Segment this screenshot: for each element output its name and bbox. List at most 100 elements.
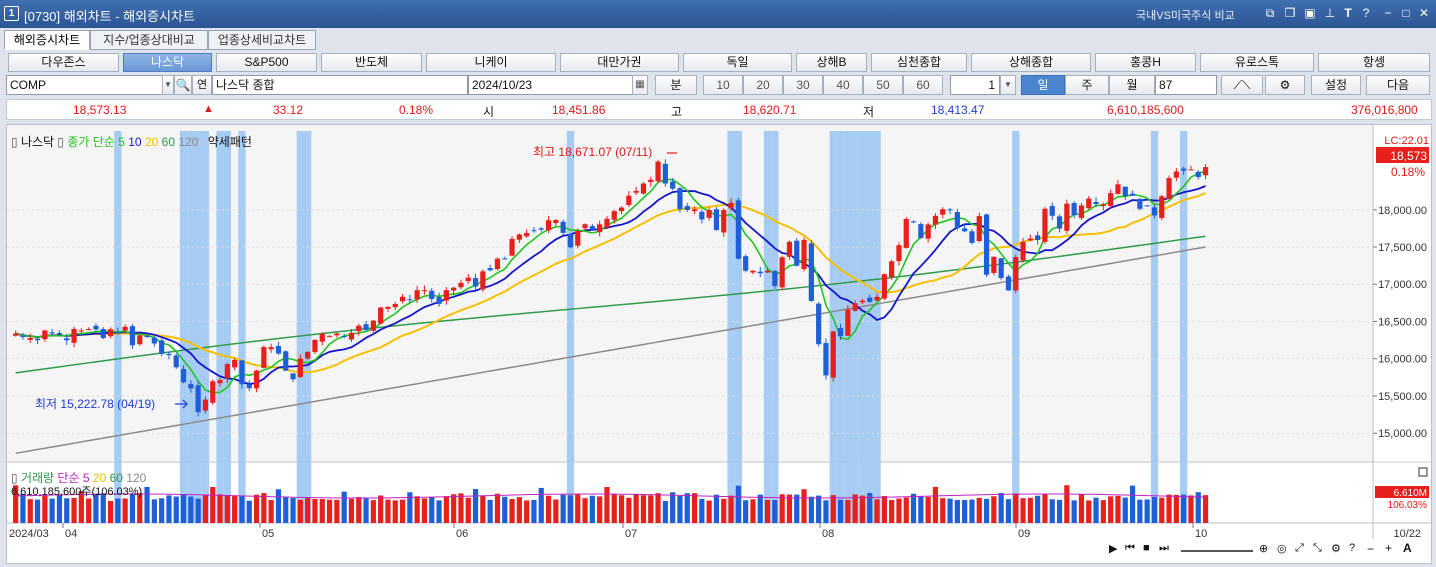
settings-icon[interactable]: ⚙ <box>1331 542 1341 555</box>
chart-area[interactable]: 18,000.00 17,500.00 17,000.00 16,500.00 16,0… <box>6 124 1432 564</box>
next-button[interactable]: 다음 <box>1366 75 1430 95</box>
market-button[interactable]: 나스닥 <box>123 53 212 72</box>
volume-bar <box>786 494 793 523</box>
restore-layout-icon[interactable]: ▣ <box>1302 5 1318 21</box>
volume-bar <box>429 496 435 523</box>
rewind-icon[interactable]: ⏮ <box>1125 542 1135 555</box>
candle-body <box>1035 235 1041 240</box>
market-button[interactable]: 항셍 <box>1318 53 1430 72</box>
count-dropdown-icon[interactable]: ▼ <box>1000 75 1016 95</box>
symbol-input[interactable]: COMP <box>6 75 172 95</box>
calendar-icon[interactable]: ▦ <box>632 75 648 95</box>
candle-body <box>983 214 990 275</box>
minute-button[interactable]: 분 <box>655 75 697 95</box>
legend-checkbox-icon[interactable]: ▯ <box>11 135 18 149</box>
volume-bar <box>896 498 902 523</box>
pattern-highlight <box>179 131 188 523</box>
pattern-highlight <box>873 131 881 523</box>
tab-index-compare[interactable]: 지수/업종상대비교 <box>90 30 208 50</box>
interval-20[interactable]: 20 <box>743 75 783 95</box>
low-label: 저 <box>863 105 875 119</box>
font-size-icon[interactable]: T <box>1340 5 1356 21</box>
pin-icon[interactable]: ⊥ <box>1322 5 1338 21</box>
zoom-slider[interactable] <box>1181 550 1253 552</box>
collapse-icon[interactable]: ⤡ <box>1313 542 1322 555</box>
amount-value: 376,016,800 <box>1351 103 1418 117</box>
interval-50[interactable]: 50 <box>863 75 903 95</box>
minimize-icon[interactable]: − <box>1380 5 1396 21</box>
interval-40[interactable]: 40 <box>823 75 863 95</box>
tab-overseas-chart[interactable]: 해외증시차트 <box>4 30 90 50</box>
help-icon[interactable]: ? <box>1358 5 1374 21</box>
quote-bar: 18,573.13 ▲ 33.12 0.18% 시 18,451.86 고 18… <box>6 99 1432 120</box>
high-annotation: 최고 18,671.07 (07/11) <box>533 145 652 159</box>
candle-body <box>1078 205 1085 219</box>
volume-bar <box>757 494 763 523</box>
tool-icon[interactable]: ◎ <box>1277 542 1287 555</box>
scroll-right-icon[interactable]: ▶ <box>1109 542 1117 555</box>
market-button[interactable]: 니케이 <box>426 53 556 72</box>
tab-sector-detail[interactable]: 업종상세비교차트 <box>208 30 316 50</box>
volume-bar <box>626 497 632 523</box>
volume-bar <box>451 494 457 523</box>
date-month-label: 06 <box>456 528 468 540</box>
market-button[interactable]: 홍콩H <box>1095 53 1196 72</box>
period-month[interactable]: 월 <box>1109 75 1155 95</box>
auto-scale-icon[interactable]: A <box>1403 541 1412 555</box>
candle-body <box>662 163 668 184</box>
market-button[interactable]: 독일 <box>683 53 792 72</box>
market-button[interactable]: 반도체 <box>321 53 422 72</box>
candle-body <box>903 218 909 248</box>
price-tick-label: 15,500.00 <box>1378 391 1427 403</box>
related-button[interactable]: 연 <box>192 75 212 95</box>
duplicate-window-icon[interactable]: ❐ <box>1282 5 1298 21</box>
price-chart[interactable]: 18,000.00 17,500.00 17,000.00 16,500.00 16,0… <box>7 125 1431 563</box>
market-button[interactable]: S&P500 <box>216 53 317 72</box>
volume-bar <box>1005 499 1012 523</box>
maximize-icon[interactable]: □ <box>1398 5 1414 21</box>
period-day[interactable]: 일 <box>1021 75 1065 95</box>
period-count-input[interactable]: 87 <box>1155 75 1217 95</box>
price-change: 33.12 <box>273 103 304 117</box>
current-price-label: 18,573 <box>1390 149 1427 163</box>
market-button[interactable]: 대만가권 <box>560 53 679 72</box>
draw-line-icon[interactable]: ⟋⟍ <box>1221 75 1263 95</box>
forward-icon[interactable]: ⏭ <box>1159 542 1169 555</box>
date-input[interactable]: 2024/10/23 <box>468 75 648 95</box>
candle-body <box>553 220 559 224</box>
volume-bar <box>421 498 428 523</box>
legend-checkbox-icon[interactable]: ▯ <box>57 135 64 149</box>
zoom-in-icon[interactable]: + <box>1385 541 1392 555</box>
help-icon[interactable]: ? <box>1349 542 1355 554</box>
stop-icon[interactable]: ■ <box>1143 542 1150 554</box>
period-week[interactable]: 주 <box>1065 75 1109 95</box>
volume-bar <box>903 497 909 523</box>
zoom-icon[interactable]: ⊕ <box>1259 542 1268 555</box>
candle-body <box>356 325 362 332</box>
close-icon[interactable]: ✕ <box>1416 5 1432 21</box>
new-window-icon[interactable]: ⧉ <box>1262 5 1278 21</box>
interval-30[interactable]: 30 <box>783 75 823 95</box>
volume-bar <box>1202 495 1209 523</box>
market-button[interactable]: 유로스톡 <box>1200 53 1314 72</box>
date-end: 10/22 <box>1393 528 1421 540</box>
count-input[interactable]: 1 <box>950 75 1000 95</box>
symbol-dropdown-icon[interactable]: ▼ <box>162 75 174 95</box>
interval-10[interactable]: 10 <box>703 75 743 95</box>
volume-bar <box>341 491 347 523</box>
volume-bar <box>998 492 1004 523</box>
current-price: 18,573.13 <box>73 103 127 117</box>
market-button[interactable]: 상해종합 <box>971 53 1091 72</box>
interval-60[interactable]: 60 <box>903 75 943 95</box>
volume-bar <box>604 486 610 523</box>
search-icon[interactable]: 🔍 <box>174 75 192 95</box>
market-button[interactable]: 심천종합 <box>871 53 967 72</box>
zoom-out-icon[interactable]: − <box>1367 542 1374 556</box>
market-button[interactable]: 상해B <box>796 53 867 72</box>
chart-tool-icon[interactable]: ⚙ <box>1265 75 1305 95</box>
settings-button[interactable]: 설정 <box>1311 75 1361 95</box>
market-button[interactable]: 다우존스 <box>8 53 119 72</box>
domestic-vs-us-compare-link[interactable]: 국내VS미국주식 비교 <box>1136 7 1235 23</box>
volume-bar <box>458 493 464 523</box>
expand-icon[interactable]: ⤢ <box>1295 542 1304 555</box>
